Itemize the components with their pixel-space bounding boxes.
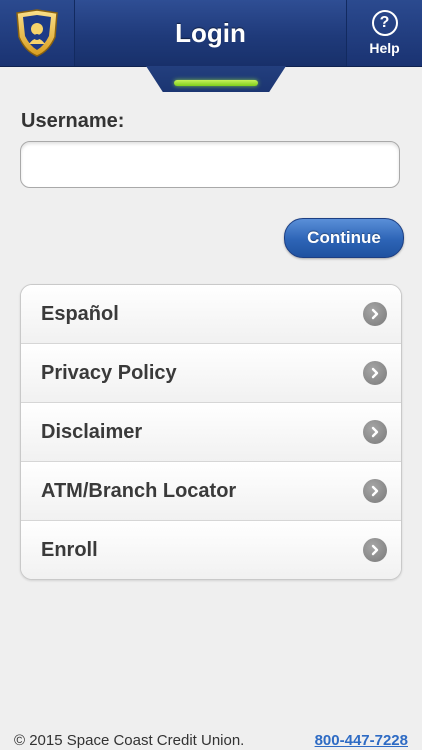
page-title: Login	[175, 17, 246, 48]
menu-item-label: Enroll	[41, 538, 98, 561]
menu-item-label: ATM/Branch Locator	[41, 479, 237, 502]
username-label: Username:	[21, 110, 125, 132]
continue-button[interactable]: Continue	[284, 218, 404, 258]
app-header: Login ? Help	[0, 0, 422, 67]
copyright-text: © 2015 Space Coast Credit Union.	[14, 732, 245, 749]
username-input[interactable]	[20, 141, 400, 188]
phone-link[interactable]: 800-447-7228	[315, 732, 408, 749]
help-button[interactable]: ? Help	[346, 0, 422, 66]
chevron-right-icon	[363, 479, 387, 503]
menu-item-atm-branch-locator[interactable]: ATM/Branch Locator	[21, 461, 401, 520]
chevron-right-icon	[363, 420, 387, 444]
menu-item-espanol[interactable]: Español	[21, 285, 401, 343]
help-icon: ?	[371, 10, 398, 36]
status-indicator-bar	[174, 80, 258, 86]
options-menu: Español Privacy Policy Disclaimer ATM/Br…	[20, 284, 402, 580]
help-label: Help	[369, 40, 400, 56]
chevron-right-icon	[363, 538, 387, 562]
chevron-right-icon	[363, 361, 387, 385]
shield-logo-icon	[16, 9, 58, 57]
menu-item-label: Español	[41, 302, 119, 325]
menu-item-label: Privacy Policy	[41, 361, 177, 384]
menu-item-disclaimer[interactable]: Disclaimer	[21, 402, 401, 461]
menu-item-label: Disclaimer	[41, 420, 143, 443]
app-logo	[0, 0, 75, 66]
chevron-right-icon	[363, 302, 387, 326]
header-tab-notch	[146, 66, 286, 92]
menu-item-enroll[interactable]: Enroll	[21, 520, 401, 579]
menu-item-privacy-policy[interactable]: Privacy Policy	[21, 343, 401, 402]
